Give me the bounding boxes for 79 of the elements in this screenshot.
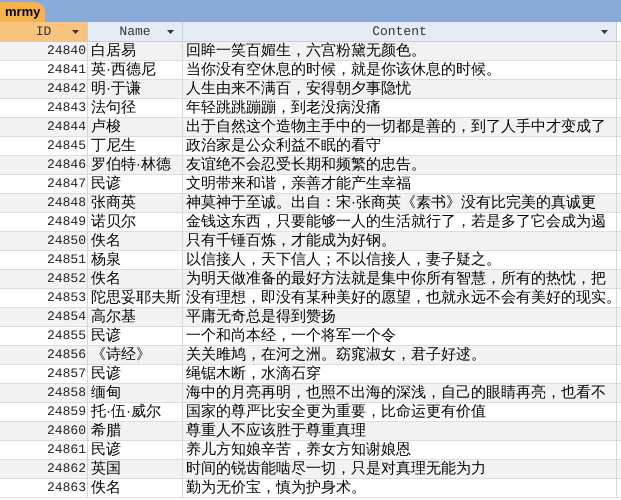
table-cell: 24863 — [0, 479, 88, 497]
table-cell: 佚名 — [88, 270, 183, 288]
table-cell: 24849 — [0, 213, 88, 231]
table-cell: 民谚 — [88, 327, 183, 345]
table-cell: 24851 — [0, 251, 88, 269]
table-cell: 没有理想，即没有某种美好的愿望，也就永远不会有美好的现实。 — [183, 289, 617, 307]
table-cell: 24853 — [0, 289, 88, 307]
table-cell: 神莫神于至诚。出自：宋·张商英《素书》没有比完美的真诚更 — [183, 194, 617, 212]
table-cell: 勤为无价宝，慎为护身术。 — [183, 479, 617, 497]
table-cell: 24861 — [0, 441, 88, 459]
table-cell: 24846 — [0, 156, 88, 174]
table-cell: 24860 — [0, 422, 88, 440]
column-header[interactable]: Name — [88, 22, 183, 41]
table-cell: 托·伍·威尔 — [88, 403, 183, 421]
table-cell: 24857 — [0, 365, 88, 383]
table-cell: 为明天做准备的最好方法就是集中你所有智慧，所有的热忱，把 — [183, 270, 617, 288]
table-cell: 民谚 — [88, 441, 183, 459]
table-cell: 国家的尊严比安全更为重要，比命运更有价值 — [183, 403, 617, 421]
table-cell: 明·于谦 — [88, 80, 183, 98]
table-tab[interactable]: mrmy — [0, 2, 46, 22]
table-cell: 人生由来不满百，安得朝夕事隐忧 — [183, 80, 617, 98]
table-cell: 时间的锐齿能啮尽一切，只是对真理无能为力 — [183, 460, 617, 478]
table-cell: 佚名 — [88, 232, 183, 250]
table-cell: 年轻跳跳蹦蹦，到老没病没痛 — [183, 99, 617, 117]
table-cell: 24847 — [0, 175, 88, 193]
table-cell: 尊重人不应该胜于尊重真理 — [183, 422, 617, 440]
table-cell: 24844 — [0, 118, 88, 136]
table-cell: 24845 — [0, 137, 88, 155]
table-cell: 法句径 — [88, 99, 183, 117]
table-cell: 丁尼生 — [88, 137, 183, 155]
dropdown-caret-icon[interactable] — [167, 30, 174, 34]
table-cell: 出于自然这个造物主手中的一切都是善的，到了人手中才变成了 — [183, 118, 617, 136]
table-cell: 缅甸 — [88, 384, 183, 402]
table-cell: 《诗经》 — [88, 346, 183, 364]
table-cell: 关关雎鸠，在河之洲。窈窕淑女，君子好逑。 — [183, 346, 617, 364]
table-cell: 金钱这东西，只要能够一人的生活就行了，若是多了它会成为遏 — [183, 213, 617, 231]
table-cell: 政治家是公众利益不眠的看守 — [183, 137, 617, 155]
table-cell: 24840 — [0, 42, 88, 60]
table-cell: 24854 — [0, 308, 88, 326]
table-cell: 佚名 — [88, 479, 183, 497]
table-cell: 24848 — [0, 194, 88, 212]
table-cell: 诺贝尔 — [88, 213, 183, 231]
table-cell: 绳锯木断，水滴石穿 — [183, 365, 617, 383]
table-cell: 24855 — [0, 327, 88, 345]
table-cell: 文明带来和谐，亲善才能产生幸福 — [183, 175, 617, 193]
table-cell: 希腊 — [88, 422, 183, 440]
table-cell: 24850 — [0, 232, 88, 250]
dropdown-caret-icon[interactable] — [72, 30, 79, 34]
table-cell: 卢梭 — [88, 118, 183, 136]
table-cell: 以信接人，天下信人；不以信接人，妻子疑之。 — [183, 251, 617, 269]
table-cell: 24852 — [0, 270, 88, 288]
table-cell: 24856 — [0, 346, 88, 364]
table-cell: 张商英 — [88, 194, 183, 212]
table-cell: 高尔基 — [88, 308, 183, 326]
table-cell: 友谊绝不会忍受长期和频繁的忠告。 — [183, 156, 617, 174]
table-cell: 民谚 — [88, 365, 183, 383]
table-cell: 平庸无奇总是得到赞扬 — [183, 308, 617, 326]
column-header[interactable]: ID — [0, 22, 88, 41]
column-header[interactable]: Content — [183, 22, 617, 41]
table-cell: 一个和尚本经，一个将军一个令 — [183, 327, 617, 345]
table-cell: 养儿方知娘辛苦，养女方知谢娘恩 — [183, 441, 617, 459]
table-cell: 英·西德尼 — [88, 61, 183, 79]
table-cell: 陀思妥耶夫斯 — [88, 289, 183, 307]
table-cell: 英国 — [88, 460, 183, 478]
table-cell: 24862 — [0, 460, 88, 478]
dropdown-caret-icon[interactable] — [601, 30, 608, 34]
table-cell: 海中的月亮再明，也照不出海的深浅，自己的眼睛再亮，也看不 — [183, 384, 617, 402]
table-cell: 24841 — [0, 61, 88, 79]
table-cell: 民谚 — [88, 175, 183, 193]
table-cell: 只有千锤百炼，才能成为好钢。 — [183, 232, 617, 250]
table-cell: 杨泉 — [88, 251, 183, 269]
table-cell: 回眸一笑百媚生，六宫粉黛无颜色。 — [183, 42, 617, 60]
table-cell: 罗伯特·林德 — [88, 156, 183, 174]
table-cell: 当你没有空休息的时候，就是你该休息的时候。 — [183, 61, 617, 79]
table-cell: 24859 — [0, 403, 88, 421]
table-cell: 24842 — [0, 80, 88, 98]
table-cell: 24858 — [0, 384, 88, 402]
table-cell: 白居易 — [88, 42, 183, 60]
table-cell: 24843 — [0, 99, 88, 117]
